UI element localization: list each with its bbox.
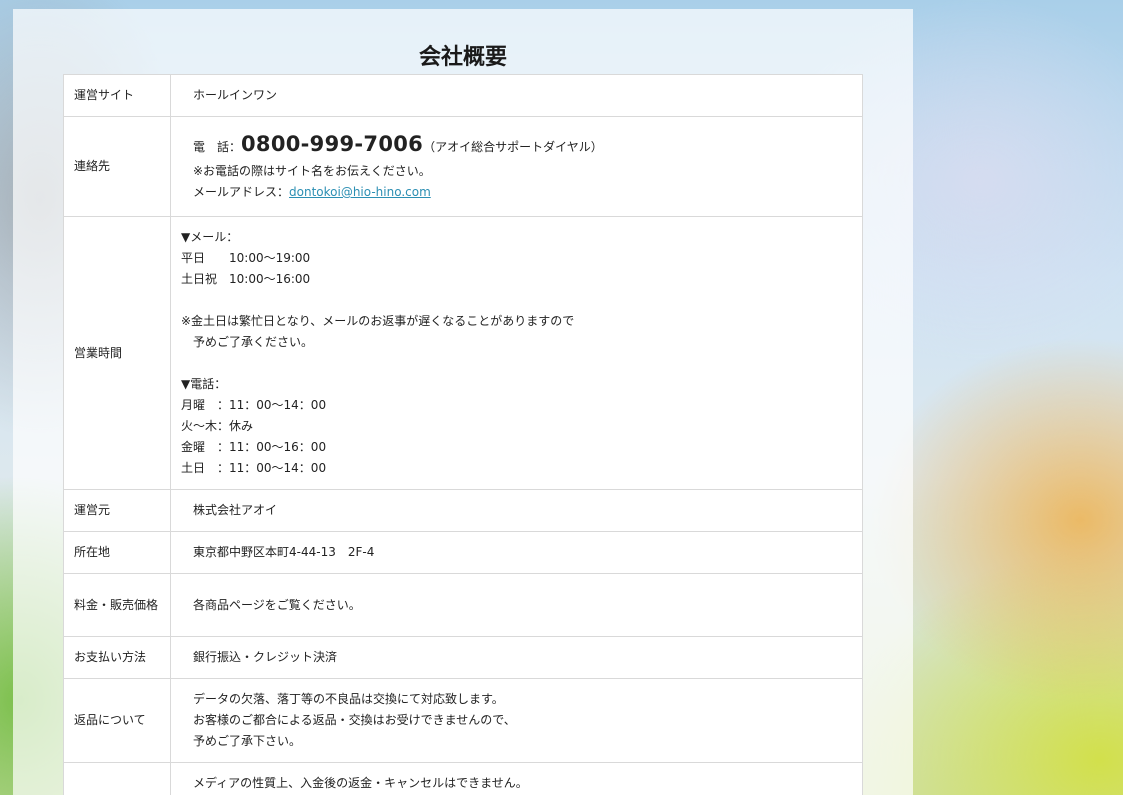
content-panel: 会社概要 運営サイト ホールインワン 連絡先 電 話：0800-999-7006… [13,9,913,795]
phone-number[interactable]: 0800-999-7006 [241,132,423,156]
row-label: 料金・販売価格 [74,597,159,612]
site-name: ホールインワン [193,88,278,102]
table-row-returns: 返品について データの欠落、落丁等の不良品は交換にて対応致します。 お客様のご都… [63,678,863,763]
table-row-address: 所在地 東京都中野区本町4-44-13 2F-4 [63,531,863,574]
value-cell: 株式会社アオイ [170,489,863,532]
value-cell: メディアの性質上、入金後の返金・キャンセルはできません。 [170,762,863,795]
address-text: 東京都中野区本町4-44-13 2F-4 [193,545,375,559]
hours-line: 月曜 ：11：00～14：00 [181,398,327,412]
row-label: 所在地 [74,545,111,559]
label-cell: 運営元 [63,489,171,532]
table-row-site: 運営サイト ホールインワン [63,74,863,117]
value-cell: 銀行振込・クレジット決済 [170,636,863,679]
hours-line: 土日 ：11：00～14：00 [181,461,327,475]
table-row-operator: 運営元 株式会社アオイ [63,489,863,532]
label-cell: 返品について [63,678,171,763]
row-label: 返品について [74,713,146,727]
email-line: メールアドレス：dontokoi@hio-hino.com [193,182,850,203]
hours-line: 土日祝 10:00～16:00 [181,272,311,286]
hours-line: ​ [181,290,850,311]
label-cell: お支払い方法 [63,636,171,679]
label-cell: 連絡先 [63,116,171,217]
pricing-text: 各商品ページをご覧ください。 [193,597,361,612]
table-row-hours: 営業時間 ▼メール： 平日 10:00～19:00 土日祝 10:00～16:0… [63,216,863,490]
cancel-line: メディアの性質上、入金後の返金・キャンセルはできません。 [193,776,528,790]
hours-line: 金曜 ：11：00～16：00 [181,440,327,454]
row-label: お支払い方法 [74,650,147,664]
hours-line: 平日 10:00～19:00 [181,251,311,265]
table-row-pricing: 料金・販売価格 各商品ページをご覧ください。 [63,573,863,637]
returns-line: 予めご了承下さい。 [193,734,302,748]
row-label: 運営元 [74,503,111,517]
row-label: 運営サイト [74,88,135,102]
value-cell: 電 話：0800-999-7006（アオイ総合サポートダイヤル） ※お電話の際は… [170,116,863,217]
phone-line: 電 話：0800-999-7006（アオイ総合サポートダイヤル） [193,130,850,161]
hours-line: 予めご了承ください。 [181,335,314,349]
value-cell: データの欠落、落丁等の不良品は交換にて対応致します。 お客様のご都合による返品・… [170,678,863,763]
returns-line: データの欠落、落丁等の不良品は交換にて対応致します。 [193,692,504,706]
email-link[interactable]: dontokoi@hio-hino.com [289,185,431,199]
row-label: 連絡先 [74,159,111,173]
table-row-contact: 連絡先 電 話：0800-999-7006（アオイ総合サポートダイヤル） ※お電… [63,116,863,217]
value-cell: ▼メール： 平日 10:00～19:00 土日祝 10:00～16:00 ​ ※… [170,216,863,490]
phone-notice: ※お電話の際はサイト名をお伝えください。 [193,164,431,178]
label-cell [63,762,171,795]
company-overview-table: 運営サイト ホールインワン 連絡先 電 話：0800-999-7006（アオイ総… [63,74,863,795]
row-label: 営業時間 [74,345,123,360]
hours-line: ※金土日は繁忙日となり、メールのお返事が遅くなることがありますので [181,314,575,328]
label-cell: 所在地 [63,531,171,574]
table-row-payment: お支払い方法 銀行振込・クレジット決済 [63,636,863,679]
label-cell: 料金・販売価格 [63,573,171,637]
hours-line: 火～木：休み [181,419,254,433]
value-cell: 東京都中野区本町4-44-13 2F-4 [170,531,863,574]
value-cell: ホールインワン [170,74,863,117]
hours-line: ▼電話： [181,377,227,391]
value-cell: 各商品ページをご覧ください。 [170,573,863,637]
hours-line: ​ [181,353,850,374]
label-cell: 営業時間 [63,216,171,490]
email-prefix: メールアドレス： [193,185,290,199]
label-cell: 運営サイト [63,74,171,117]
phone-prefix: 電 話： [193,140,242,154]
phone-note: （アオイ総合サポートダイヤル） [423,140,603,154]
table-row-cancel: メディアの性質上、入金後の返金・キャンセルはできません。 [63,762,863,795]
operator-name: 株式会社アオイ [193,503,278,517]
page-title: 会社概要 [418,45,507,70]
payment-text: 銀行振込・クレジット決済 [193,650,338,664]
returns-line: お客様のご都合による返品・交換はお受けできませんので、 [193,713,516,727]
hours-line: ▼メール： [181,230,239,244]
